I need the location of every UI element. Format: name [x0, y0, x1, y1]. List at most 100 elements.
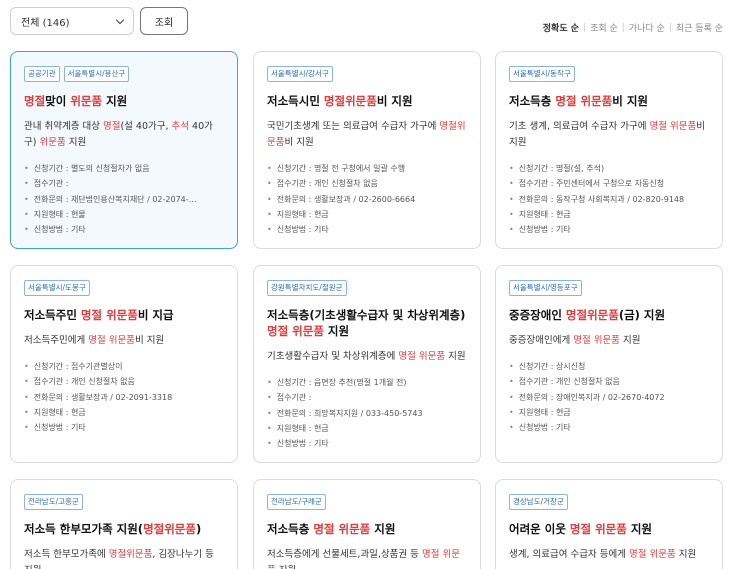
card-description: 기초생활수급자 및 차상위계층에 명절 위문품 지원 [267, 349, 467, 365]
text-segment: 저소득층에게 선물세트,과일,상품권 등 [267, 549, 422, 560]
highlight-text: 명절 위문품 [555, 94, 613, 108]
result-card[interactable]: 서울특별시/동작구 저소득층 명절 위문품비 지원 기초 생계, 의료급여 수급자 … [495, 51, 723, 249]
tag-list: 서울특별시/도봉구 [24, 280, 224, 297]
text-segment: ) [195, 522, 202, 536]
text-segment: 저소득 한부모가족 지원( [24, 522, 144, 536]
detail-method: 신청방법 : 기타 [267, 436, 467, 451]
result-card[interactable]: 전라남도/구례군 저소득층 명절 위문품 지원 저소득층에게 선물세트,과일,상품권… [253, 479, 481, 569]
region-badge: 강원특별자치도/철원군 [267, 280, 347, 296]
card-details: 신청기간 : 명절(설, 추석)접수기관 : 주민센터에서 구청으로 자동신청전… [509, 161, 709, 237]
result-card[interactable]: 서울특별시/도봉구저소득주민 명절 위문품비 지급저소득주민에게 명절 위문품비… [10, 265, 238, 463]
sort-alphabetical[interactable]: 가나다 순 [629, 21, 665, 34]
card-description: 국민기초생계 또는 의료급여 수급자 가구에 명절위문품비 지원 [267, 119, 467, 151]
region-badge: 공공기관 [24, 66, 60, 82]
detail-type: 지원형태 : 현물 [24, 207, 224, 222]
region-badge: 전라남도/구례군 [267, 494, 326, 510]
region-badge: 서울특별시/영등포구 [509, 280, 582, 296]
highlight-text: 명절위문품 [143, 522, 196, 536]
text-segment: 비 지원 [376, 94, 413, 108]
card-description: 기초 생계, 의료급여 수급자 가구에 명절 위문품비 지원 [509, 119, 709, 151]
tag-list: 전라남도/구례군 [267, 494, 467, 511]
text-segment: 지원 [102, 94, 128, 108]
detail-period: 신청기간 : 별도의 신청절차가 없음 [24, 161, 224, 176]
region-badge: 서울특별시/강서구 [267, 66, 333, 82]
detail-type: 지원형태 : 현금 [509, 207, 709, 222]
result-card[interactable]: 공공기관 서울특별시/용산구 명절맞이 위문품 지원 관내 취약계층 대상 명절(설 … [10, 51, 238, 249]
detail-contact: 전화문의 : 장애인복지과 / 02-2670-4072 [509, 390, 709, 405]
highlight-text: 명절 위문품 [569, 522, 627, 536]
region-badge: 서울특별시/동작구 [509, 66, 575, 82]
highlight-text: 위문품 [39, 137, 66, 148]
detail-method: 신청방법 : 기타 [24, 420, 224, 435]
detail-period: 신청기간 : 명절(설, 추석) [509, 161, 709, 176]
detail-method: 신청방법 : 기타 [267, 222, 467, 237]
text-segment: 지원 [276, 565, 296, 569]
text-segment: 지원 [626, 522, 652, 536]
card-title[interactable]: 중증장애인 명절위문품(금) 지원 [509, 307, 709, 323]
detail-method: 신청방법 : 기타 [24, 222, 224, 237]
card-details: 신청기간 : 상시신청접수기관 : 개인 신청절차 없음전화문의 : 장애인복지… [509, 359, 709, 435]
card-title[interactable]: 저소득 한부모가족 지원(명절위문품) [24, 521, 224, 537]
highlight-text: 명절위문품 [565, 308, 619, 322]
card-title[interactable]: 저소득층 명절 위문품 지원 [267, 521, 467, 537]
card-title[interactable]: 저소득시민 명절위문품비 지원 [267, 93, 467, 109]
result-card[interactable]: 서울특별시/강서구저소득시민 명절위문품비 지원국민기초생계 또는 의료급여 수… [253, 51, 481, 249]
tag-list: 서울특별시/강서구 [267, 66, 467, 83]
sort-views[interactable]: 조회 순 [590, 21, 618, 34]
detail-contact: 전화문의 : 희망복지지원 / 033-450-5743 [267, 406, 467, 421]
card-title[interactable]: 어려운 이웃 명절 위문품 지원 [509, 521, 709, 537]
highlight-text: 명절 위문품 [313, 522, 371, 536]
category-select-value: 전체 (146) [21, 17, 70, 29]
search-button[interactable]: 조회 [140, 7, 188, 35]
detail-contact: 전화문의 : 생활보장과 / 02-2091-3318 [24, 390, 224, 405]
text-segment: 관내 취약계층 대상 [24, 121, 103, 132]
highlight-text: 명절 [102, 121, 121, 132]
sort-accuracy[interactable]: 정확도 순 [543, 21, 579, 34]
card-title[interactable]: 저소득주민 명절 위문품비 지급 [24, 307, 224, 323]
card-description: 저소득주민에게 명절 위문품비 지원 [24, 333, 224, 349]
highlight-text: 명절 위문품 [88, 335, 135, 346]
category-select[interactable]: 전체 (146) [10, 7, 134, 35]
sort-recent[interactable]: 최근 등록 순 [676, 21, 723, 34]
region-badge: 서울특별시/도봉구 [24, 280, 90, 296]
text-segment: (금) 지원 [618, 308, 666, 322]
card-title[interactable]: 저소득층 명절 위문품비 지원 [509, 93, 709, 109]
card-details: 신청기간 : 접수기관별상이접수기관 : 개인 신청절차 없음전화문의 : 생활… [24, 359, 224, 435]
text-segment: 저소득층 [509, 94, 556, 108]
detail-place: 접수기관 : [24, 176, 224, 191]
detail-place: 접수기관 : [267, 390, 467, 405]
text-segment: 지원 [445, 351, 466, 362]
result-card[interactable]: 강원특별자치도/철원군저소득층(기초생활수급자 및 차상위계층) 명절 위문품 … [253, 265, 481, 463]
region-badge: 서울특별시/용산구 [63, 66, 130, 82]
card-description: 저소득층에게 선물세트,과일,상품권 등 명절 위문품 지원 [267, 547, 467, 569]
detail-contact: 전화문의 : 생활보장과 / 02-2600-6664 [267, 192, 467, 207]
highlight-text: 명절위문품 [108, 549, 153, 560]
text-segment: 지원 [675, 549, 697, 560]
highlight-text: 명절 위문품 [267, 324, 324, 338]
card-details: 신청기간 : 명절 전 구청에서 일괄 수행접수기관 : 개인 신청절차 없음전… [267, 161, 467, 237]
highlight-text: 명절 위문품 [573, 335, 620, 346]
highlight-text: 명절 위문품 [649, 121, 697, 132]
result-card[interactable]: 경상남도/거창군 어려운 이웃 명절 위문품 지원 생계, 의료급여 수급자 등에게… [495, 479, 723, 569]
card-title[interactable]: 명절맞이 위문품 지원 [24, 93, 224, 109]
detail-period: 신청기간 : 명절 전 구청에서 일괄 수행 [267, 161, 467, 176]
text-segment: 비 지원 [612, 94, 648, 108]
tag-list: 강원특별자치도/철원군 [267, 280, 467, 297]
result-card[interactable]: 전라남도/고흥군 저소득 한부모가족 지원(명절위문품) 저소득 한부모가족에 명절… [10, 479, 238, 569]
detail-type: 지원형태 : 현금 [267, 421, 467, 436]
detail-place: 접수기관 : 개인 신청절차 없음 [267, 176, 467, 191]
result-card[interactable]: 서울특별시/영등포구 중증장애인 명절위문품(금) 지원 중증장애인에게 명절 위문… [495, 265, 723, 463]
text-segment: 저소득주민 [24, 308, 81, 322]
highlight-text: 명절 위문품 [628, 549, 676, 560]
text-segment: 저소득층 [267, 522, 314, 536]
text-segment: 어려운 이웃 [509, 522, 570, 536]
tag-list: 서울특별시/동작구 [509, 66, 709, 83]
detail-period: 신청기간 : 접수기관별상이 [24, 359, 224, 374]
card-description: 생계, 의료급여 수급자 등에게 명절 위문품 지원 [509, 547, 709, 563]
card-title[interactable]: 저소득층(기초생활수급자 및 차상위계층) 명절 위문품 지원 [267, 307, 467, 339]
highlight-text: 명절 위문품 [398, 351, 446, 362]
detail-type: 지원형태 : 현금 [267, 207, 467, 222]
card-description: 관내 취약계층 대상 명절(설 40가구, 추석 40가구) 위문품 지원 [24, 119, 224, 151]
text-segment: 지원 [323, 324, 350, 338]
text-segment: 맞이 [45, 94, 71, 108]
